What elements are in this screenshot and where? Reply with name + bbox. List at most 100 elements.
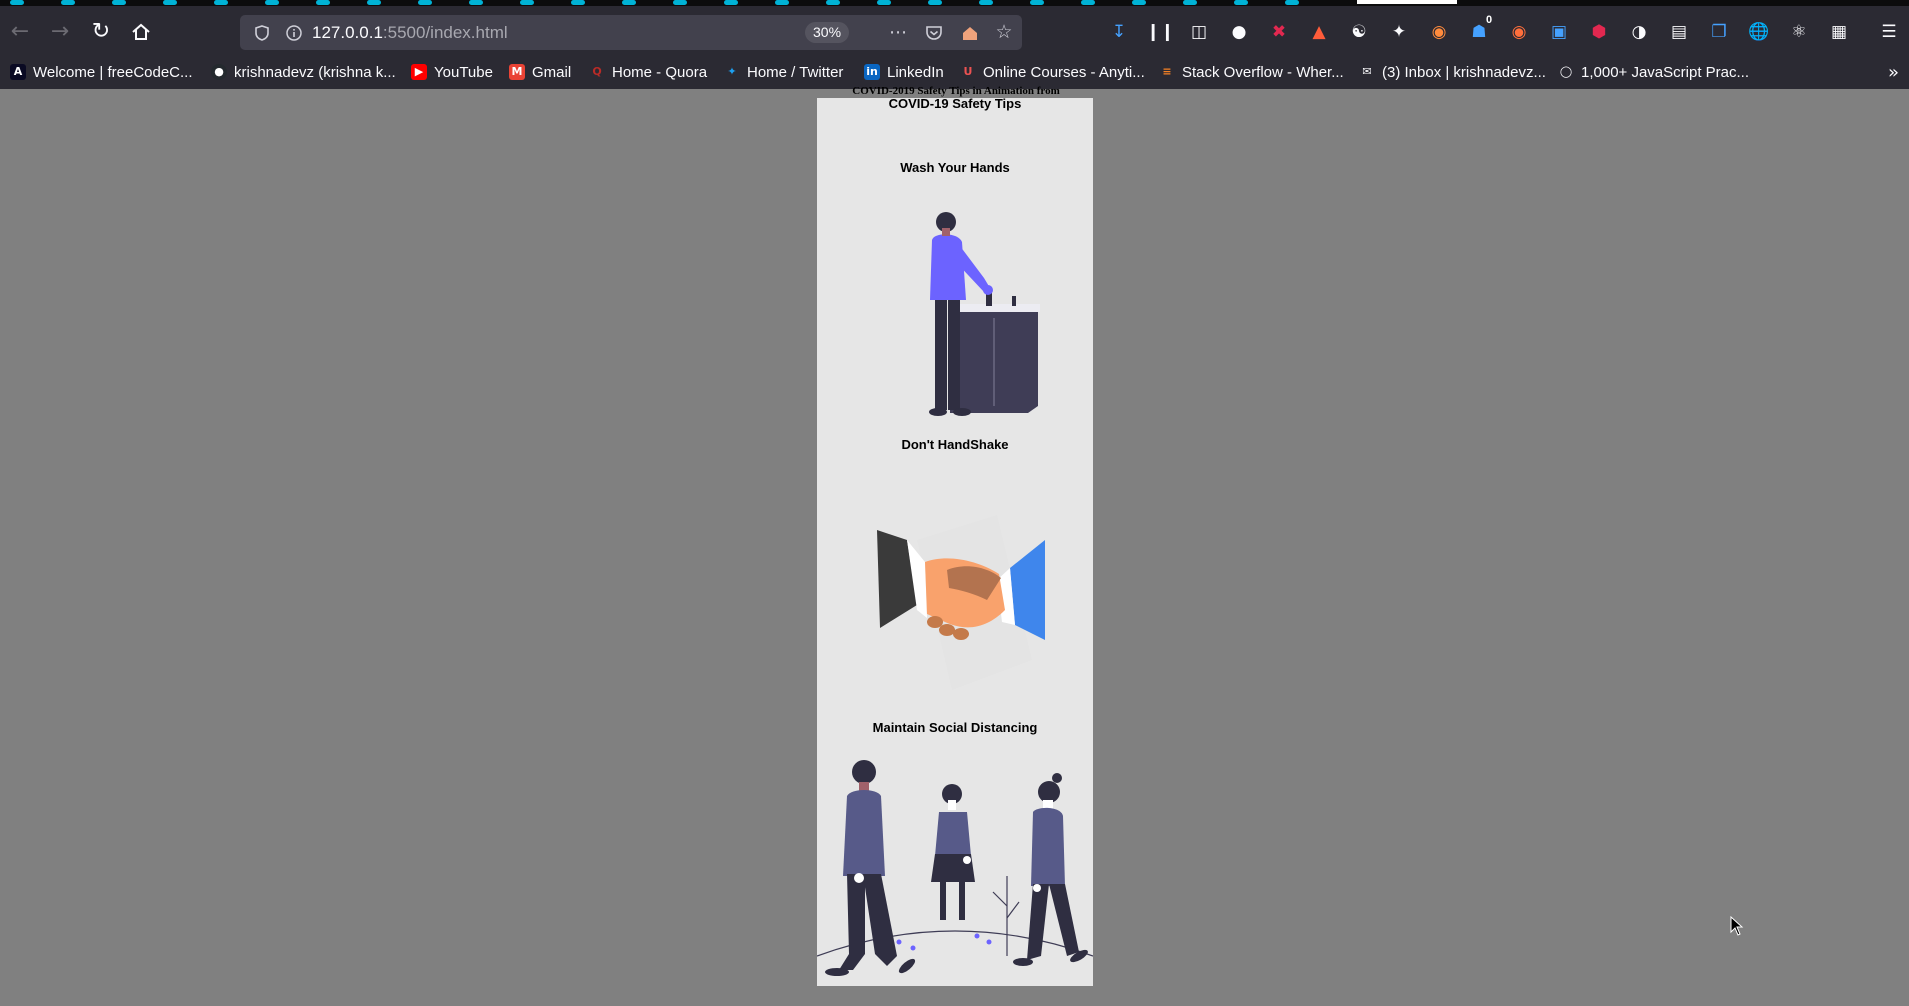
- gmail-icon: M: [509, 63, 525, 80]
- brave-shield-icon[interactable]: ▲: [1306, 20, 1332, 44]
- tab-indicator: [673, 0, 687, 5]
- sidebar-icon[interactable]: ◫: [1186, 20, 1212, 44]
- tab-indicator: [775, 0, 789, 5]
- tip-title-no-handshake: Don't HandShake: [901, 437, 1009, 452]
- bookmark-label: krishnadevz (krishna k...: [234, 64, 396, 81]
- tab-indicator: [1030, 0, 1044, 5]
- linkedin-icon: in: [864, 63, 880, 80]
- card-extension-icon[interactable]: ▤: [1666, 20, 1692, 44]
- url-host: 127.0.0.1: [312, 23, 383, 42]
- social-distancing-illustration: [817, 760, 1093, 976]
- tab-indicator: [1285, 0, 1299, 5]
- bookmark-label: Welcome | freeCodeC...: [33, 64, 193, 81]
- github-icon: ●: [211, 63, 227, 80]
- bookmark-quora[interactable]: Q Home - Quora: [589, 57, 707, 89]
- block-extension-icon[interactable]: ✖: [1266, 20, 1292, 44]
- ublock-icon[interactable]: ⬢: [1586, 20, 1612, 44]
- tab-indicator: [979, 0, 993, 5]
- udemy-icon: U: [963, 64, 973, 78]
- back-arrow-icon[interactable]: ←: [4, 16, 36, 48]
- hamburger-menu-icon[interactable]: ☰: [1876, 20, 1902, 44]
- bookmark-twitter[interactable]: ✦ Home / Twitter: [724, 57, 843, 89]
- tab-indicator: [928, 0, 942, 5]
- quora-icon: Q: [592, 64, 602, 78]
- clock-extension-icon[interactable]: ●: [1226, 20, 1252, 44]
- duckduckgo-icon[interactable]: ◉: [1506, 20, 1532, 44]
- forward-arrow-icon[interactable]: →: [44, 16, 76, 48]
- library-icon[interactable]: ❙❙: [1146, 20, 1175, 44]
- tab-indicator: [418, 0, 432, 5]
- page-subtitle: COVID-19 Safety Tips: [888, 96, 1022, 111]
- bookmark-inbox[interactable]: ✉ (3) Inbox | krishnadevz...: [1359, 57, 1546, 89]
- tab-indicator: [10, 0, 24, 5]
- home-site-icon[interactable]: [956, 15, 984, 50]
- person-washing-hands-illustration: [929, 212, 1040, 416]
- bookmark-github[interactable]: ● krishnadevz (krishna k...: [211, 57, 396, 89]
- bookmark-label: (3) Inbox | krishnadevz...: [1382, 64, 1546, 81]
- tab-indicator: [214, 0, 228, 5]
- stackoverflow-icon: ≡: [1162, 64, 1172, 78]
- twitter-icon: ✦: [727, 64, 737, 78]
- bookmarks-overflow-icon[interactable]: »: [1888, 57, 1899, 89]
- url-path: :5500/index.html: [382, 23, 508, 42]
- tab-indicator: [1132, 0, 1146, 5]
- window-extension-icon[interactable]: ❐: [1706, 20, 1732, 44]
- tab-indicator: [877, 0, 891, 5]
- bookmark-label: Home - Quora: [612, 64, 708, 81]
- pocket-icon[interactable]: [920, 15, 948, 50]
- notification-count-badge: 0: [1485, 14, 1493, 26]
- bookmark-label: YouTube: [434, 64, 493, 81]
- reload-icon[interactable]: ↻: [85, 16, 117, 48]
- tip-title-wash-hands: Wash Your Hands: [900, 160, 1010, 175]
- globe-extension-icon[interactable]: 🌐: [1746, 20, 1772, 44]
- bookmark-star-icon[interactable]: ☆: [990, 15, 1018, 50]
- inbox-icon: ✉: [1362, 64, 1372, 78]
- tab-indicator: [61, 0, 75, 5]
- tab-indicator: [1183, 0, 1197, 5]
- tab-indicator: [622, 0, 636, 5]
- youtube-icon: ▶: [411, 63, 427, 80]
- home-icon[interactable]: [125, 16, 157, 48]
- extension-icon[interactable]: ☯: [1346, 20, 1372, 44]
- react-devtools-icon[interactable]: ⚛: [1786, 20, 1812, 44]
- bookmark-youtube[interactable]: ▶ YouTube: [411, 57, 493, 89]
- zoom-level-badge[interactable]: 30%: [805, 22, 850, 43]
- tab-indicator: [826, 0, 840, 5]
- bookmark-gmail[interactable]: M Gmail: [509, 57, 571, 89]
- eye-extension-icon[interactable]: ◉: [1426, 20, 1452, 44]
- mouse-cursor-icon: [1730, 916, 1744, 936]
- bookmark-label: 1,000+ JavaScript Prac...: [1581, 64, 1750, 81]
- bookmark-label: Home / Twitter: [747, 64, 844, 81]
- bookmark-freecodecamp[interactable]: A Welcome | freeCodeC...: [10, 57, 193, 89]
- more-actions-icon[interactable]: ⋯: [884, 15, 912, 50]
- site-info-icon[interactable]: [280, 15, 308, 50]
- toggle-extension-icon[interactable]: ◑: [1626, 20, 1652, 44]
- tracking-protection-icon[interactable]: [248, 15, 276, 50]
- tab-indicator: [724, 0, 738, 5]
- pin-extension-icon[interactable]: ✦: [1386, 20, 1412, 44]
- screenshot-icon[interactable]: ▣: [1546, 20, 1572, 44]
- downloads-icon[interactable]: ↧: [1106, 20, 1132, 44]
- tab-indicator: [367, 0, 381, 5]
- bookmark-label: Stack Overflow - Wher...: [1182, 64, 1344, 81]
- tab-indicator: [520, 0, 534, 5]
- navigation-toolbar: ← → ↻ 127.0.0.1:5500/index.html 30% ⋯ ☆: [0, 6, 1909, 57]
- freecodecamp-icon: A: [10, 63, 26, 80]
- bookmark-javascript-practice[interactable]: ◯ 1,000+ JavaScript Prac...: [1558, 57, 1749, 89]
- handshake-illustration: [877, 515, 1045, 690]
- bookmark-stackoverflow[interactable]: ≡ Stack Overflow - Wher...: [1159, 57, 1344, 89]
- tab-indicator: [265, 0, 279, 5]
- globe-icon: ◯: [1559, 64, 1573, 78]
- tab-indicator: [469, 0, 483, 5]
- tab-indicator: [1234, 0, 1248, 5]
- active-tab-indicator: [1357, 0, 1457, 4]
- tab-indicator: [571, 0, 585, 5]
- url-bar[interactable]: 127.0.0.1:5500/index.html 30% ⋯ ☆: [240, 15, 1022, 50]
- apps-grid-icon[interactable]: ▦: [1826, 20, 1852, 44]
- browser-chrome: ← → ↻ 127.0.0.1:5500/index.html 30% ⋯ ☆: [0, 0, 1909, 89]
- tab-indicator: [316, 0, 330, 5]
- url-text[interactable]: 127.0.0.1:5500/index.html: [312, 15, 508, 50]
- tip-title-social-distancing: Maintain Social Distancing: [872, 720, 1038, 735]
- tab-indicator: [1081, 0, 1095, 5]
- bookmark-label: Gmail: [532, 64, 572, 81]
